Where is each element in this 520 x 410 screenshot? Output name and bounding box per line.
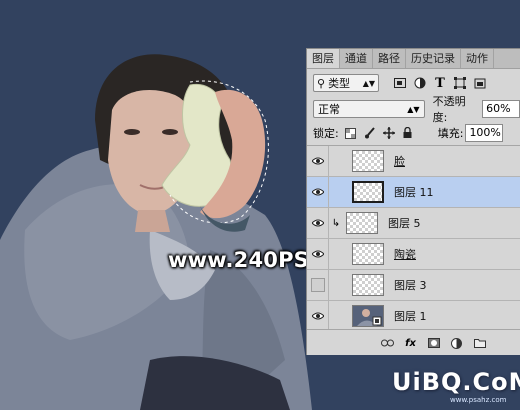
visibility-toggle[interactable] (307, 145, 329, 177)
blend-mode-value: 正常 (318, 103, 340, 116)
visibility-toggle[interactable] (307, 300, 329, 332)
visibility-toggle-off[interactable] (307, 269, 329, 301)
pixel-filter-icon[interactable] (393, 76, 407, 90)
tab-channels[interactable]: 通道 (340, 49, 373, 68)
layer-name[interactable]: 陶瓷 (394, 246, 416, 262)
layer-thumbnail (346, 212, 378, 234)
layer-row[interactable]: 陶瓷 (307, 238, 520, 270)
adjustment-filter-icon[interactable] (413, 76, 427, 90)
link-layers-icon[interactable] (381, 337, 394, 350)
layer-thumbnail (352, 243, 384, 265)
visibility-toggle[interactable] (307, 176, 329, 208)
lock-all-icon[interactable] (402, 127, 414, 139)
layer-row[interactable]: 图层 3 (307, 269, 520, 301)
layer-name[interactable]: 图层 5 (388, 215, 421, 231)
updown-arrow-icon: ▲▼ (407, 104, 420, 114)
layer-row[interactable]: 图层 1 (307, 300, 520, 332)
tab-paths[interactable]: 路径 (373, 49, 406, 68)
fill-label: 填充: (437, 127, 464, 140)
layer-thumbnail (352, 274, 384, 296)
layer-thumbnail (352, 150, 384, 172)
opacity-input[interactable]: 60% (482, 100, 520, 118)
layer-name[interactable]: 脸 (394, 153, 405, 169)
visibility-toggle[interactable] (307, 207, 329, 239)
hidden-checkbox-icon (310, 278, 325, 292)
tab-actions[interactable]: 动作 (461, 49, 494, 68)
layer-name[interactable]: 图层 3 (394, 277, 427, 293)
panel-tabs: 图层 通道 路径 历史记录 动作 (307, 49, 520, 69)
eye-icon (310, 186, 325, 199)
layers-panel: 图层 通道 路径 历史记录 动作 ⚲ 类型 ▲▼ T 正常 ▲▼ 不透明度: 6… (306, 48, 520, 355)
shape-filter-icon[interactable] (453, 76, 467, 90)
clipping-mask-arrow-icon: ↳ (331, 217, 341, 229)
eye-icon (310, 310, 325, 323)
visibility-toggle[interactable] (307, 238, 329, 270)
layer-name[interactable]: 图层 11 (394, 184, 434, 200)
blend-mode-select[interactable]: 正常 ▲▼ (313, 100, 425, 118)
eye-icon (310, 155, 325, 168)
layer-style-fx-icon[interactable]: fx (404, 337, 417, 350)
layer-row[interactable]: ↳ 图层 5 (307, 207, 520, 239)
layer-name[interactable]: 图层 1 (394, 308, 427, 324)
lock-position-move-icon[interactable] (382, 127, 395, 139)
new-group-folder-icon[interactable] (473, 337, 486, 350)
layer-row[interactable]: 脸 (307, 145, 520, 177)
site-url: www.psahz.com (450, 396, 507, 404)
layers-list: 脸 图层 11 ↳ 图层 5 陶瓷 图层 3 图层 1 (307, 145, 520, 332)
updown-arrow-icon: ▲▼ (362, 78, 375, 88)
add-mask-icon[interactable] (427, 337, 440, 350)
lock-label: 锁定: (313, 127, 339, 140)
search-icon: ⚲ (317, 76, 326, 90)
adjustment-layer-icon[interactable] (450, 337, 463, 350)
layer-row-selected[interactable]: 图层 11 (307, 176, 520, 208)
lock-transparent-icon[interactable] (345, 127, 357, 139)
tab-history[interactable]: 历史记录 (406, 49, 461, 68)
site-logo: UiBQ.CoM (392, 368, 520, 396)
layers-bottom-bar: fx (307, 329, 520, 355)
fill-input[interactable]: 100% (465, 124, 504, 142)
filter-kind-value: 类型 (328, 77, 351, 90)
smart-object-filter-icon[interactable] (473, 76, 487, 90)
layer-thumbnail-photo (352, 305, 384, 327)
eye-icon (310, 248, 325, 261)
type-filter-icon[interactable]: T (433, 76, 447, 91)
eye-icon (310, 217, 325, 230)
filter-kind-select[interactable]: ⚲ 类型 ▲▼ (313, 74, 379, 92)
layer-thumbnail (352, 181, 384, 203)
tab-layers[interactable]: 图层 (307, 49, 340, 68)
lock-pixels-brush-icon[interactable] (364, 127, 376, 139)
opacity-label: 不透明度: (432, 95, 466, 124)
